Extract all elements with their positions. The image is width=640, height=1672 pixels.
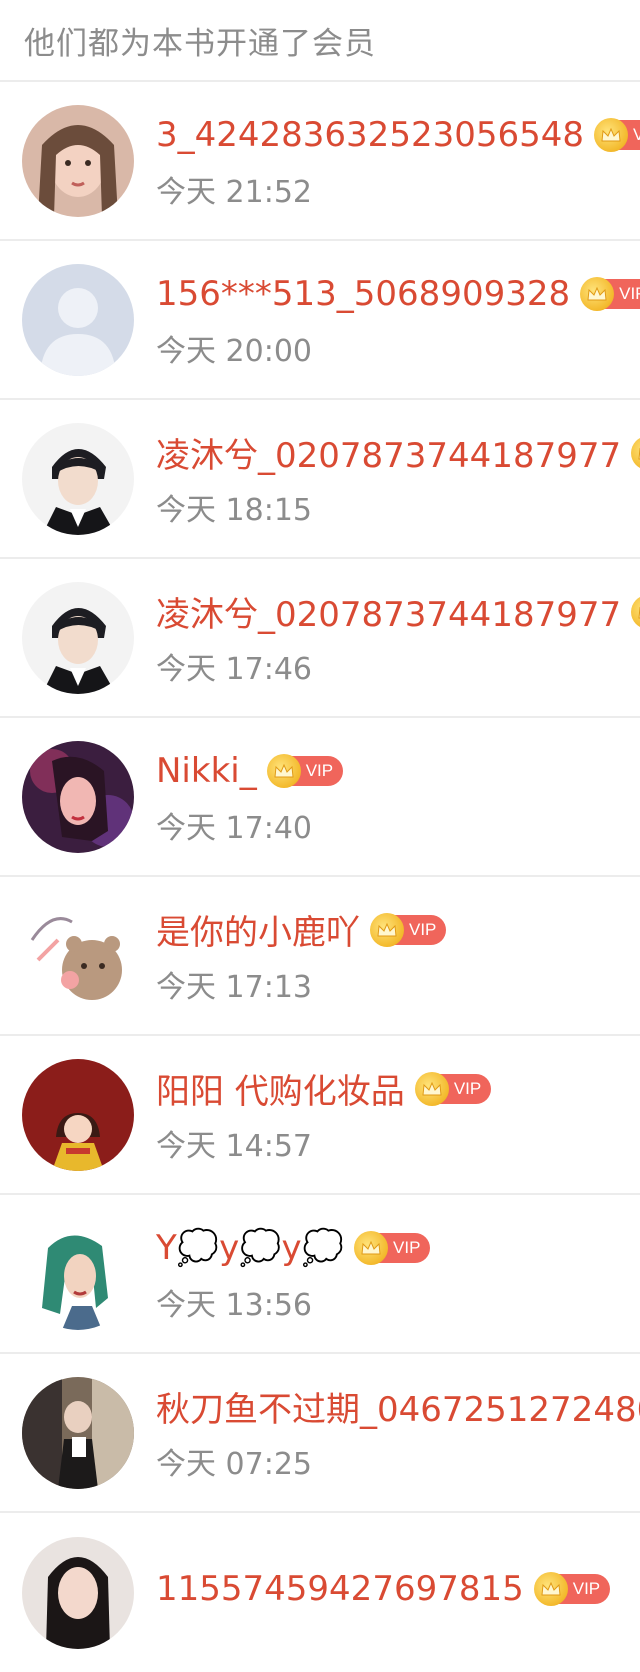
member-name[interactable]: Y💭y💭y💭 (156, 1228, 344, 1268)
crown-icon (594, 117, 629, 152)
vip-badge: VIP (414, 1071, 492, 1106)
avatar[interactable] (22, 1536, 134, 1649)
crown-icon (533, 1571, 568, 1606)
member-name[interactable]: 156***513_5068909328 (156, 274, 570, 314)
crown-icon (631, 594, 640, 629)
member-info: Y💭y💭y💭 VIP 今天 13:56 (156, 1224, 431, 1324)
vip-label: VIP (305, 760, 334, 780)
member-info: 秋刀鱼不过期_0467251272480 今天 07:25 (156, 1383, 640, 1483)
avatar[interactable] (22, 263, 134, 376)
member-row[interactable]: Y💭y💭y💭 VIP 今天 13:56 (0, 1195, 640, 1354)
member-info: 阳阳 代购化妆品 VIP 今天 14:57 (156, 1064, 492, 1165)
avatar[interactable] (22, 1058, 134, 1171)
join-time: 今天 17:46 (156, 651, 312, 687)
member-row[interactable]: 秋刀鱼不过期_0467251272480 今天 07:25 (0, 1354, 640, 1513)
join-time: 今天 20:00 (156, 333, 312, 369)
member-row[interactable]: 156***513_5068909328 VIP 今天 20:00 (0, 241, 640, 400)
avatar[interactable] (22, 740, 134, 853)
join-time: 今天 13:56 (156, 1287, 312, 1323)
join-time: 今天 18:15 (156, 492, 312, 528)
member-name[interactable]: 凌沐兮_0207873744187977 (156, 428, 621, 477)
name-line: Nikki_ VIP (156, 747, 344, 795)
member-name[interactable]: 是你的小鹿吖 (156, 905, 360, 954)
name-line: 秋刀鱼不过期_0467251272480 (156, 1383, 640, 1431)
vip-label: VIP (409, 919, 437, 939)
member-name[interactable]: 1155745942769781​5 (156, 1569, 524, 1609)
name-line: 凌沐兮_0207873744187977 VIP (156, 429, 640, 477)
vip-label: VIP (453, 1078, 482, 1098)
join-time: 今天 07:25 (156, 1446, 312, 1482)
member-name[interactable]: 秋刀鱼不过期_0467251272480 (156, 1382, 640, 1431)
avatar[interactable] (22, 899, 134, 1012)
member-name[interactable]: 3_424283632523056548 (156, 115, 584, 155)
crown-icon (414, 1071, 449, 1106)
join-time: 今天 17:40 (156, 810, 312, 846)
member-row[interactable]: 阳阳 代购化妆品 VIP 今天 14:57 (0, 1036, 640, 1195)
member-row[interactable]: Nikki_ VIP 今天 17:40 (0, 718, 640, 877)
member-info: 凌沐兮_0207873744187977 VIP 今天 18:15 (156, 429, 640, 529)
member-info: 是你的小鹿吖 VIP 今天 17:13 (156, 905, 447, 1006)
avatar[interactable] (22, 422, 134, 535)
avatar[interactable] (22, 104, 134, 217)
vip-label: VIP (393, 1237, 421, 1257)
member-row[interactable]: 是你的小鹿吖 VIP 今天 17:13 (0, 877, 640, 1036)
join-time: 今天 21:52 (156, 174, 312, 210)
name-line: 3_424283632523056548 VIP (156, 111, 640, 159)
name-line: 是你的小鹿吖 VIP (156, 905, 447, 954)
vip-badge: VIP (594, 117, 640, 152)
member-row[interactable]: 凌沐兮_0207873744187977 VIP 今天 18:15 (0, 400, 640, 559)
crown-icon (580, 276, 615, 311)
crown-icon (370, 912, 404, 947)
member-info: 3_424283632523056548 VIP 今天 21:52 (156, 111, 640, 211)
vip-badge: VIP (266, 753, 344, 788)
vip-badge: VIP (631, 435, 640, 470)
vip-badge: VIP (533, 1571, 611, 1606)
name-line: 156***513_5068909328 VIP (156, 270, 640, 318)
join-time: 今天 14:57 (156, 1128, 312, 1164)
member-info: Nikki_ VIP 今天 17:40 (156, 747, 344, 847)
crown-icon (266, 753, 301, 788)
vip-badge: VIP (631, 594, 640, 629)
member-info: 156***513_5068909328 VIP 今天 20:00 (156, 270, 640, 370)
crown-icon (354, 1230, 389, 1265)
vip-label: VIP (633, 125, 640, 145)
name-line: 凌沐兮_0207873744187977 VIP (156, 588, 640, 636)
join-time: 今天 17:13 (156, 969, 312, 1005)
vip-label: VIP (619, 283, 640, 303)
vip-badge: VIP (354, 1230, 431, 1265)
member-row[interactable]: 凌沐兮_0207873744187977 VIP 今天 17:46 (0, 559, 640, 718)
member-name[interactable]: 阳阳 代购化妆品 (156, 1064, 405, 1113)
name-line: 阳阳 代购化妆品 VIP (156, 1064, 492, 1113)
name-line: Y💭y💭y💭 VIP (156, 1224, 431, 1272)
vip-badge: VIP (370, 912, 447, 947)
name-line: 1155745942769781​5 VIP (156, 1565, 611, 1613)
member-list: 3_424283632523056548 VIP 今天 21:52 156***513… (0, 82, 640, 1672)
member-row[interactable]: 3_424283632523056548 VIP 今天 21:52 (0, 82, 640, 241)
avatar[interactable] (22, 1376, 134, 1489)
member-name[interactable]: Nikki_ (156, 751, 257, 791)
vip-label: VIP (572, 1578, 601, 1598)
page-title: 他们都为本书开通了会员 (24, 25, 376, 62)
member-info: 凌沐兮_0207873744187977 VIP 今天 17:46 (156, 588, 640, 688)
header: 他们都为本书开通了会员 (0, 0, 640, 82)
member-name[interactable]: 凌沐兮_0207873744187977 (156, 587, 621, 636)
crown-icon (631, 435, 640, 470)
avatar[interactable] (22, 581, 134, 694)
member-row[interactable]: 1155745942769781​5 VIP (0, 1513, 640, 1672)
vip-badge: VIP (580, 276, 640, 311)
avatar[interactable] (22, 1217, 134, 1330)
